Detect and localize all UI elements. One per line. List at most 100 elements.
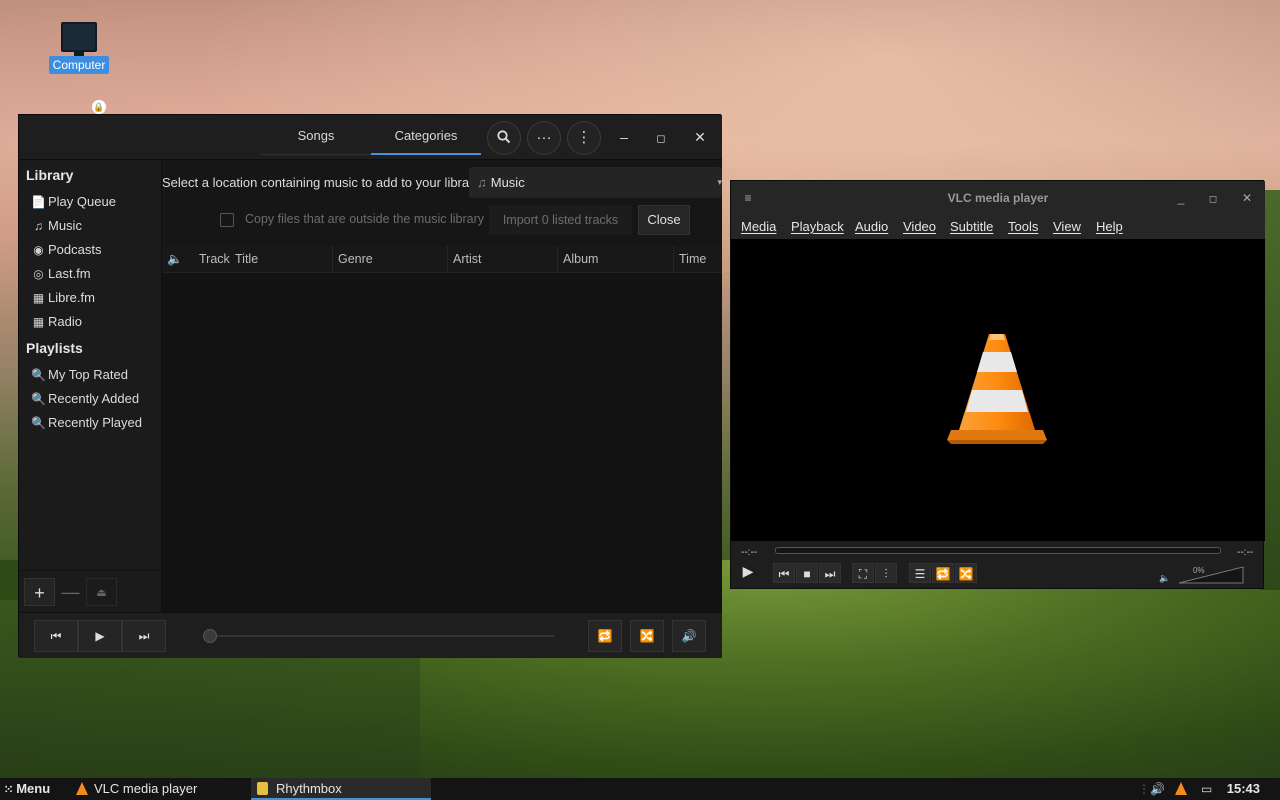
- menu-video[interactable]: Video: [903, 219, 936, 234]
- tray-display-icon[interactable]: ▭: [1201, 781, 1212, 797]
- lastfm-icon: ◎: [33, 267, 44, 281]
- ellipsis-vertical-icon: ⋮: [576, 129, 592, 146]
- volume-slider[interactable]: [1177, 565, 1245, 585]
- sidebar-item-recently-added[interactable]: 🔍 Recently Added: [31, 389, 139, 409]
- sidebar-item-play-queue[interactable]: 📄 Play Queue: [31, 192, 116, 212]
- copy-files-checkbox[interactable]: [220, 213, 234, 227]
- sidebar-item-label: Libre.fm: [48, 290, 95, 305]
- copy-files-label: Copy files that are outside the music li…: [245, 212, 484, 226]
- column-playing[interactable]: 🔈: [162, 246, 194, 273]
- taskbar-item-rhythmbox[interactable]: Rhythmbox: [251, 778, 431, 800]
- import-tracks-button[interactable]: Import 0 listed tracks: [489, 205, 632, 235]
- tray-volume-icon[interactable]: 🔊: [1150, 781, 1165, 797]
- sidebar-item-lastfm[interactable]: ◎ Last.fm: [31, 264, 91, 284]
- sidebar-item-librefm[interactable]: ▦ Libre.fm: [31, 288, 95, 308]
- column-time[interactable]: Time: [674, 246, 722, 273]
- sidebar-item-my-top-rated[interactable]: 🔍 My Top Rated: [31, 365, 128, 385]
- menu-tools[interactable]: Tools: [1008, 219, 1038, 234]
- eject-button[interactable]: ⏏: [86, 578, 117, 606]
- tab-categories[interactable]: Categories: [371, 115, 481, 155]
- seek-handle[interactable]: [203, 629, 217, 643]
- menu-audio[interactable]: Audio: [855, 219, 888, 234]
- next-button[interactable]: ⏭: [122, 620, 166, 652]
- sidebar-item-label: Radio: [48, 314, 82, 329]
- column-artist[interactable]: Artist: [448, 246, 558, 273]
- start-menu-button[interactable]: ⁙ Menu: [4, 778, 50, 800]
- sidebar-item-podcasts[interactable]: ◉ Podcasts: [31, 240, 101, 260]
- fullscreen-button[interactable]: ⛶: [852, 563, 874, 583]
- maximize-button[interactable]: ◻: [651, 127, 671, 147]
- tab-songs[interactable]: Songs: [261, 115, 371, 155]
- vlc-icon: [76, 782, 88, 795]
- loop-button[interactable]: 🔁: [932, 563, 954, 583]
- vlc-seek-bar[interactable]: [775, 547, 1221, 554]
- desktop-icon-label: Computer: [48, 56, 110, 74]
- menu-view[interactable]: View: [1053, 219, 1081, 234]
- skip-back-icon: ⏮: [778, 567, 790, 581]
- search-icon: 🔍: [31, 416, 46, 430]
- playlist-button[interactable]: ☰: [909, 563, 931, 583]
- library-heading: Library: [26, 167, 74, 183]
- sidebar-item-radio[interactable]: ▦ Radio: [31, 312, 82, 332]
- repeat-icon: 🔁: [935, 567, 951, 581]
- app-menu-button[interactable]: ⋮: [567, 121, 601, 155]
- taskbar-item-vlc[interactable]: VLC media player: [72, 778, 247, 800]
- mute-icon[interactable]: 🔈: [1159, 573, 1170, 584]
- vlc-titlebar: ≡ VLC media player _ ◻ ✕: [731, 181, 1265, 215]
- repeat-button[interactable]: 🔁: [588, 620, 622, 652]
- track-list[interactable]: [162, 273, 722, 612]
- vlc-previous-button[interactable]: ⏮: [773, 563, 795, 583]
- shuffle-button[interactable]: 🔀: [630, 620, 664, 652]
- play-button[interactable]: ▶: [78, 620, 122, 652]
- volume-button[interactable]: 🔊: [672, 620, 706, 652]
- vlc-maximize-button[interactable]: ◻: [1205, 190, 1221, 206]
- volume-icon: 🔊: [681, 629, 697, 643]
- minimize-icon: _: [1177, 191, 1185, 205]
- vlc-close-button[interactable]: ✕: [1239, 190, 1255, 206]
- vlc-next-button[interactable]: ⏭: [819, 563, 841, 583]
- vlc-minimize-button[interactable]: _: [1173, 190, 1189, 206]
- random-button[interactable]: 🔀: [955, 563, 977, 583]
- seek-bar[interactable]: [204, 635, 554, 637]
- column-genre[interactable]: Genre: [333, 246, 448, 273]
- search-icon: 🔍: [31, 392, 46, 406]
- sidebar-item-recently-played[interactable]: 🔍 Recently Played: [31, 413, 142, 433]
- menu-media[interactable]: Media: [741, 219, 776, 234]
- menu-subtitle[interactable]: Subtitle: [950, 219, 993, 234]
- desktop-icon-computer[interactable]: Computer: [48, 22, 110, 74]
- rhythmbox-window: Songs Categories ··· ⋮ – ◻ ✕ Library 📄 Pl…: [18, 114, 722, 658]
- menu-help[interactable]: Help: [1096, 219, 1123, 234]
- minimize-button[interactable]: –: [614, 127, 634, 147]
- remove-playlist-button[interactable]: —: [55, 578, 86, 606]
- more-options-button[interactable]: ···: [527, 121, 561, 155]
- menu-playback[interactable]: Playback: [791, 219, 844, 234]
- equalizer-icon: ⫶: [884, 567, 888, 581]
- column-album[interactable]: Album: [558, 246, 674, 273]
- sidebar-item-music[interactable]: ♫ Music: [31, 216, 82, 236]
- column-title[interactable]: Title: [230, 246, 333, 273]
- taskbar-item-label: Rhythmbox: [276, 781, 342, 796]
- repeat-icon: 🔁: [597, 629, 613, 643]
- add-playlist-button[interactable]: +: [24, 578, 55, 606]
- vlc-stop-button[interactable]: ■: [796, 563, 818, 583]
- column-track[interactable]: Track: [194, 246, 230, 273]
- close-window-button[interactable]: ✕: [690, 127, 710, 147]
- vlc-icon: [1175, 782, 1187, 795]
- previous-button[interactable]: ⏮: [34, 620, 78, 652]
- play-icon: ▶: [742, 563, 754, 579]
- sidebar-item-label: Last.fm: [48, 266, 91, 281]
- vlc-window: ≡ VLC media player _ ◻ ✕ Media Playback …: [730, 180, 1265, 589]
- extended-settings-button[interactable]: ⫶: [875, 563, 897, 583]
- maximize-icon: ◻: [1208, 194, 1218, 205]
- close-import-button[interactable]: Close: [638, 205, 690, 235]
- minimize-icon: –: [620, 129, 628, 145]
- close-icon: ✕: [1241, 191, 1253, 205]
- volume-percent: 0%: [1193, 566, 1205, 575]
- vlc-play-button[interactable]: ▶: [735, 561, 761, 585]
- video-area[interactable]: [731, 239, 1265, 541]
- location-select[interactable]: ♫ Music ▾: [469, 167, 722, 198]
- tray-vlc-icon[interactable]: [1175, 781, 1187, 797]
- location-value: Music: [490, 175, 525, 190]
- clock[interactable]: 15:43: [1227, 778, 1260, 800]
- search-button[interactable]: [487, 121, 521, 155]
